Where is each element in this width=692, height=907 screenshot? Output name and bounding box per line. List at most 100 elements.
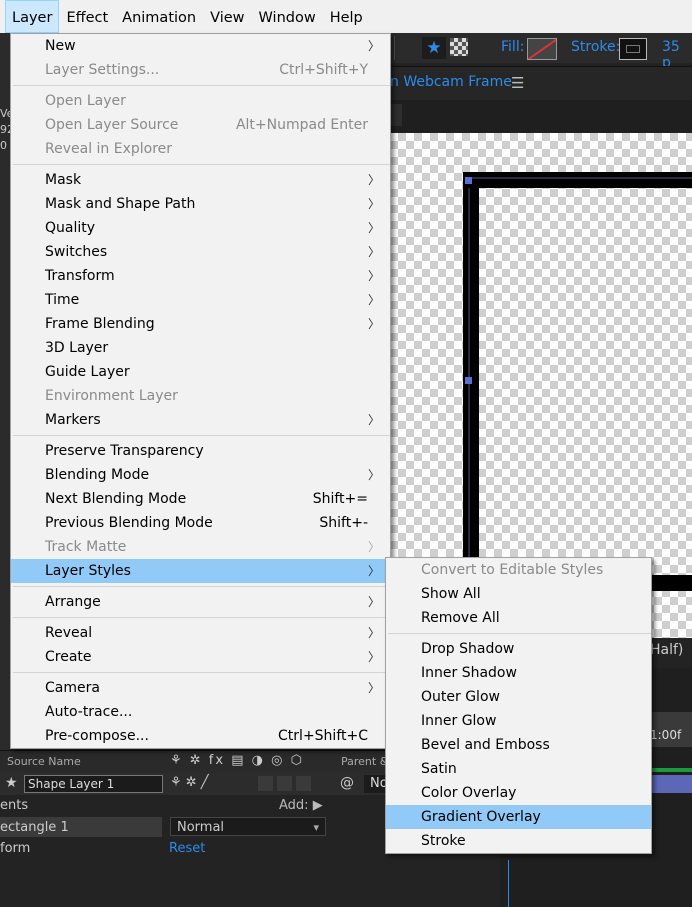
menu-item-time[interactable]: Time 〉 [11, 288, 390, 312]
stroke-label[interactable]: Stroke: [571, 39, 620, 55]
menubar-item-animation[interactable]: Animation [115, 0, 203, 33]
menu-item-transform[interactable]: Transform 〉 [11, 264, 390, 288]
composition-subheader [380, 100, 692, 132]
chevron-right-icon: 〉 [367, 39, 380, 53]
menu-item-bevel-and-emboss[interactable]: Bevel and Emboss [386, 733, 651, 757]
menu-item-label: Arrange [45, 594, 101, 610]
menu-item-frame-blending[interactable]: Frame Blending 〉 [11, 312, 390, 336]
menu-item-label: Satin [421, 761, 457, 777]
layer-switch-boxes[interactable] [258, 776, 328, 791]
menu-item-quality[interactable]: Quality 〉 [11, 216, 390, 240]
star-icon[interactable]: ★ [422, 37, 446, 59]
layer-name-field[interactable]: Shape Layer 1 [24, 775, 163, 793]
menu-item-blending-mode[interactable]: Blending Mode 〉 [11, 463, 390, 487]
time-marker-label: 1:00f [650, 728, 682, 742]
menu-item-remove-all[interactable]: Remove All [386, 606, 651, 630]
menu-separator [13, 85, 390, 86]
menubar-item-help[interactable]: Help [323, 0, 370, 33]
menu-item-label: Mask and Shape Path [45, 196, 196, 212]
menu-item-label: Next Blending Mode [45, 491, 187, 507]
menubar-item-view[interactable]: View [203, 0, 251, 33]
stroke-swatch[interactable] [619, 38, 647, 60]
menubar-item-effect[interactable]: Effect [59, 0, 115, 33]
clipped-line: 92 [0, 123, 10, 136]
menu-item-3d-layer[interactable]: 3D Layer [11, 336, 390, 360]
source-name-header[interactable]: Source Name [7, 755, 81, 768]
menu-separator [13, 164, 390, 165]
transform-label[interactable]: form [0, 841, 30, 856]
menu-item-stroke[interactable]: Stroke [386, 829, 651, 853]
menu-item-label: Reveal [45, 625, 93, 641]
menu-item-guide-layer[interactable]: Guide Layer [11, 360, 390, 384]
chevron-right-icon: 〉 [367, 681, 380, 695]
menu-item-shortcut: Alt+Numpad Enter [235, 117, 368, 133]
playhead-line[interactable] [508, 860, 509, 907]
add-button[interactable]: Add: ▶ [279, 798, 323, 813]
chevron-right-icon: 〉 [367, 650, 380, 664]
menu-item-label: Quality [45, 220, 96, 236]
menu-item-label: Open Layer Source [45, 117, 179, 133]
menu-item-layer-styles[interactable]: Layer Styles 〉 [11, 559, 390, 583]
menu-item-camera[interactable]: Camera 〉 [11, 676, 390, 700]
menu-item-gradient-overlay[interactable]: Gradient Overlay [386, 805, 651, 829]
work-area-bar[interactable] [650, 768, 692, 772]
menu-item-label: Open Layer [45, 93, 126, 109]
chevron-right-icon: 〉 [367, 245, 380, 259]
menu-item-drop-shadow[interactable]: Drop Shadow [386, 637, 651, 661]
fill-swatch[interactable] [527, 38, 557, 60]
menubar-item-layer[interactable]: Layer [5, 0, 60, 33]
chevron-right-icon: 〉 [367, 413, 380, 427]
menu-item-inner-glow[interactable]: Inner Glow [386, 709, 651, 733]
menu-item-markers[interactable]: Markers 〉 [11, 408, 390, 432]
panel-menu-icon[interactable]: ☰ [511, 74, 524, 92]
reset-link[interactable]: Reset [169, 841, 205, 856]
menu-item-outer-glow[interactable]: Outer Glow [386, 685, 651, 709]
menu-item-satin[interactable]: Satin [386, 757, 651, 781]
menu-item-reveal[interactable]: Reveal 〉 [11, 621, 390, 645]
composition-tab-title[interactable]: n Webcam Frame [390, 74, 512, 90]
magnification-dropdown[interactable]: Half) [650, 642, 683, 658]
chevron-right-icon: 〉 [367, 293, 380, 307]
menu-item-label: Frame Blending [45, 316, 155, 332]
layer-menu: New 〉 Layer Settings... Ctrl+Shift+Y Open … [10, 33, 391, 749]
menu-item-label: Markers [45, 412, 101, 428]
chevron-right-icon: 〉 [367, 197, 380, 211]
layer-switch-icons[interactable]: ⚘ ✲ ╱ [170, 775, 209, 790]
menu-item-arrange[interactable]: Arrange 〉 [11, 590, 390, 614]
menu-item-label: Mask [45, 172, 82, 188]
transparency-grid-icon[interactable] [450, 38, 468, 56]
menu-item-mask[interactable]: Mask 〉 [11, 168, 390, 192]
menu-item-pre-compose[interactable]: Pre-compose... Ctrl+Shift+C [11, 724, 390, 748]
menu-item-show-all[interactable]: Show All [386, 582, 651, 606]
menu-item-convert-to-editable-styles: Convert to Editable Styles [386, 558, 651, 582]
menu-item-new[interactable]: New 〉 [11, 34, 390, 58]
menu-item-inner-shadow[interactable]: Inner Shadow [386, 661, 651, 685]
rectangle-label[interactable]: ectangle 1 [0, 820, 69, 835]
star-icon[interactable]: ★ [5, 775, 18, 791]
menu-item-switches[interactable]: Switches 〉 [11, 240, 390, 264]
parent-header[interactable]: Parent & [341, 755, 388, 768]
menu-item-mask-and-shape-path[interactable]: Mask and Shape Path 〉 [11, 192, 390, 216]
menubar-item-window[interactable]: Window [252, 0, 323, 33]
menu-item-shortcut: Shift+- [319, 515, 368, 531]
menu-item-color-overlay[interactable]: Color Overlay [386, 781, 651, 805]
menu-item-create[interactable]: Create 〉 [11, 645, 390, 669]
chevron-right-icon: 〉 [367, 468, 380, 482]
path-handle-top-left[interactable] [465, 177, 472, 184]
blend-mode-dropdown[interactable]: Normal ▾ [170, 817, 326, 836]
path-handle-mid-left[interactable] [465, 377, 472, 384]
menu-item-label: 3D Layer [45, 340, 109, 356]
menu-item-previous-blending-mode[interactable]: Previous Blending Mode Shift+- [11, 511, 390, 535]
menu-item-preserve-transparency[interactable]: Preserve Transparency [11, 439, 390, 463]
menu-separator [13, 617, 390, 618]
chevron-right-icon: 〉 [367, 221, 380, 235]
menu-item-label: Stroke [421, 833, 466, 849]
layer-duration-bar[interactable] [650, 775, 692, 793]
fill-label[interactable]: Fill: [501, 39, 524, 55]
clipped-line: 0 [0, 139, 7, 152]
menu-item-auto-trace[interactable]: Auto-trace... [11, 700, 390, 724]
menu-item-next-blending-mode[interactable]: Next Blending Mode Shift+= [11, 487, 390, 511]
pickwhip-icon[interactable]: @ [340, 775, 354, 791]
contents-label[interactable]: ents [0, 798, 28, 813]
chevron-right-icon: 〉 [367, 564, 380, 578]
